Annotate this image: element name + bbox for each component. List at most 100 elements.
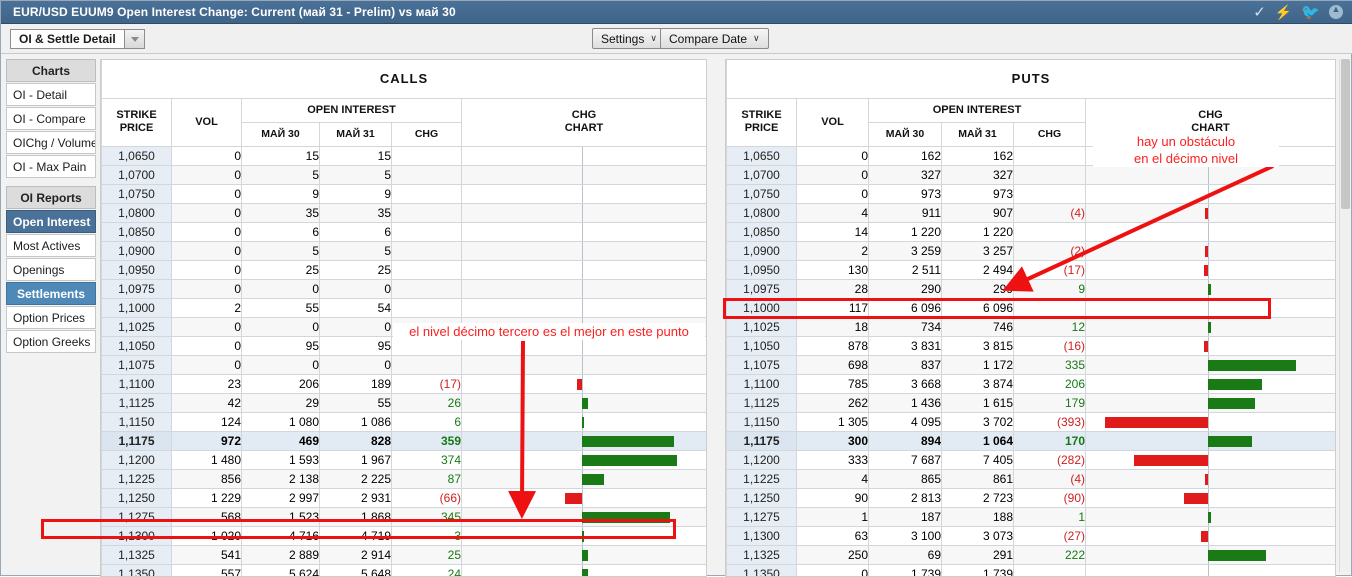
table-row[interactable]: 1,12258562 1382 22587 xyxy=(102,469,707,488)
table-row[interactable]: 1,12501 2292 9972 931(66) xyxy=(102,488,707,507)
table-row[interactable]: 1,135001 7391 739 xyxy=(727,564,1336,577)
table-row[interactable]: 1,1300633 1003 073(27) xyxy=(727,526,1336,545)
cell-strike-price: 1,1300 xyxy=(102,526,172,545)
table-row[interactable]: 1,1175972469828359 xyxy=(102,431,707,450)
cell-change-chart xyxy=(1086,412,1336,431)
chart-bar xyxy=(577,379,581,390)
cell-oi-prev: 894 xyxy=(869,431,942,450)
cell-volume: 1 xyxy=(797,507,869,526)
sidebar-item-label: OIChg / Volume xyxy=(13,136,96,150)
table-row[interactable]: 1,13001 0204 7164 7193 xyxy=(102,526,707,545)
table-row[interactable]: 1,12003337 6877 405(282) xyxy=(727,450,1336,469)
cell-oi-curr: 0 xyxy=(320,317,392,336)
table-row[interactable]: 1,12755681 5231 868345 xyxy=(102,507,707,526)
table-row[interactable]: 1,11501 3054 0953 702(393) xyxy=(727,412,1336,431)
twitter-icon[interactable]: 🐦 xyxy=(1301,5,1320,20)
cell-oi-curr: 5 xyxy=(320,241,392,260)
sidebar-item-settlements[interactable]: Settlements xyxy=(6,282,96,305)
cell-volume: 18 xyxy=(797,317,869,336)
cell-oi-change: 170 xyxy=(1014,431,1086,450)
table-row[interactable]: 1,13505575 6245 64824 xyxy=(102,564,707,577)
table-row[interactable]: 1,10508783 8313 815(16) xyxy=(727,336,1336,355)
collapse-up-icon[interactable]: ▲ xyxy=(1329,5,1343,19)
table-row[interactable]: 1,080003535 xyxy=(102,203,707,222)
sidebar-item-oichg-volume[interactable]: OIChg / Volume xyxy=(6,131,96,154)
cell-volume: 1 020 xyxy=(172,526,242,545)
cell-strike-price: 1,1250 xyxy=(102,488,172,507)
chart-bar xyxy=(582,512,670,523)
vertical-scrollbar[interactable] xyxy=(1339,59,1350,572)
table-row[interactable]: 1,10756988371 172335 xyxy=(727,355,1336,374)
cell-oi-prev: 3 831 xyxy=(869,336,942,355)
table-row[interactable]: 1,132525069291222 xyxy=(727,545,1336,564)
table-row[interactable]: 1,0900055 xyxy=(102,241,707,260)
table-row[interactable]: 1,10001176 0966 096 xyxy=(727,298,1336,317)
sidebar-item-option-greeks[interactable]: Option Greeks xyxy=(6,330,96,353)
sidebar-item-oi-detail[interactable]: OI - Detail xyxy=(6,83,96,106)
cell-oi-change xyxy=(392,355,462,374)
sidebar-item-open-interest[interactable]: Open Interest xyxy=(6,210,96,233)
cell-oi-prev: 911 xyxy=(869,203,942,222)
sidebar-item-option-prices[interactable]: Option Prices xyxy=(6,306,96,329)
table-row[interactable]: 1,127511871881 xyxy=(727,507,1336,526)
table-row[interactable]: 1,0850066 xyxy=(102,222,707,241)
sidebar-item-oi-compare[interactable]: OI - Compare xyxy=(6,107,96,130)
table-row[interactable]: 1,100025554 xyxy=(102,298,707,317)
cell-oi-change: (4) xyxy=(1014,469,1086,488)
table-row[interactable]: 1,11501241 0801 0866 xyxy=(102,412,707,431)
cell-oi-curr: 1 064 xyxy=(942,431,1014,450)
table-row[interactable]: 1,11753008941 064170 xyxy=(727,431,1336,450)
table-row[interactable]: 1,095002525 xyxy=(102,260,707,279)
table-row[interactable]: 1,13255412 8892 91425 xyxy=(102,545,707,564)
table-row[interactable]: 1,112542295526 xyxy=(102,393,707,412)
scrollbar-thumb[interactable] xyxy=(1341,59,1350,209)
table-row[interactable]: 1,065001515 xyxy=(102,146,707,165)
cell-oi-curr: 2 225 xyxy=(320,469,392,488)
table-row[interactable]: 1,11252621 4361 615179 xyxy=(727,393,1336,412)
table-row[interactable]: 1,0700055 xyxy=(102,165,707,184)
cell-oi-prev: 15 xyxy=(242,146,320,165)
cell-oi-change: (16) xyxy=(1014,336,1086,355)
calls-table: CALLS STRIKE PRICE VOL OPEN INTEREST CHG… xyxy=(101,60,707,577)
sidebar-item-most-actives[interactable]: Most Actives xyxy=(6,234,96,257)
cell-strike-price: 1,0700 xyxy=(727,165,797,184)
sidebar-item-label: OI - Max Pain xyxy=(13,160,86,174)
table-row[interactable]: 1,10251873474612 xyxy=(727,317,1336,336)
table-row[interactable]: 1,12254865861(4) xyxy=(727,469,1336,488)
chevron-down-icon[interactable] xyxy=(124,30,144,48)
cell-oi-curr: 55 xyxy=(320,393,392,412)
settings-button[interactable]: Settings ∨ xyxy=(592,28,666,49)
table-row[interactable]: 1,1250902 8132 723(90) xyxy=(727,488,1336,507)
page-title: EUR/USD EUUM9 Open Interest Change: Curr… xyxy=(1,5,456,19)
cell-oi-curr: 3 874 xyxy=(942,374,1014,393)
chart-bar xyxy=(1208,322,1211,333)
sidebar-item-openings[interactable]: Openings xyxy=(6,258,96,281)
chart-zero-line xyxy=(1208,489,1209,507)
cell-volume: 90 xyxy=(797,488,869,507)
cell-oi-prev: 290 xyxy=(869,279,942,298)
calls-col-chg: CHG xyxy=(392,122,462,146)
cell-strike-price: 1,0900 xyxy=(727,241,797,260)
table-row[interactable]: 1,0975000 xyxy=(102,279,707,298)
cell-volume: 333 xyxy=(797,450,869,469)
table-row[interactable]: 1,110023206189(17) xyxy=(102,374,707,393)
sidebar-item-label: Open Interest xyxy=(13,215,90,229)
table-row[interactable]: 1,0750099 xyxy=(102,184,707,203)
table-row[interactable]: 1,1075000 xyxy=(102,355,707,374)
sidebar: ChartsOI - DetailOI - CompareOIChg / Vol… xyxy=(6,59,96,354)
compare-date-button[interactable]: Compare Date ∨ xyxy=(660,28,769,49)
table-row[interactable]: 1,12001 4801 5931 967374 xyxy=(102,450,707,469)
cell-volume: 541 xyxy=(172,545,242,564)
check-icon[interactable]: ✓ xyxy=(1253,5,1266,20)
cell-oi-change xyxy=(392,165,462,184)
lightning-icon[interactable]: ⚡ xyxy=(1275,5,1292,19)
calls-table-body: 1,0650015151,07000551,07500991,080003535… xyxy=(102,146,707,577)
chart-zero-line xyxy=(582,185,583,203)
table-row[interactable]: 1,11007853 6683 874206 xyxy=(727,374,1336,393)
cell-volume: 0 xyxy=(172,260,242,279)
view-select[interactable]: OI & Settle Detail xyxy=(10,29,145,49)
sidebar-item-oi-max-pain[interactable]: OI - Max Pain xyxy=(6,155,96,178)
calls-col-open-interest: OPEN INTEREST xyxy=(242,98,462,122)
cell-oi-curr: 35 xyxy=(320,203,392,222)
cell-change-chart xyxy=(462,165,707,184)
